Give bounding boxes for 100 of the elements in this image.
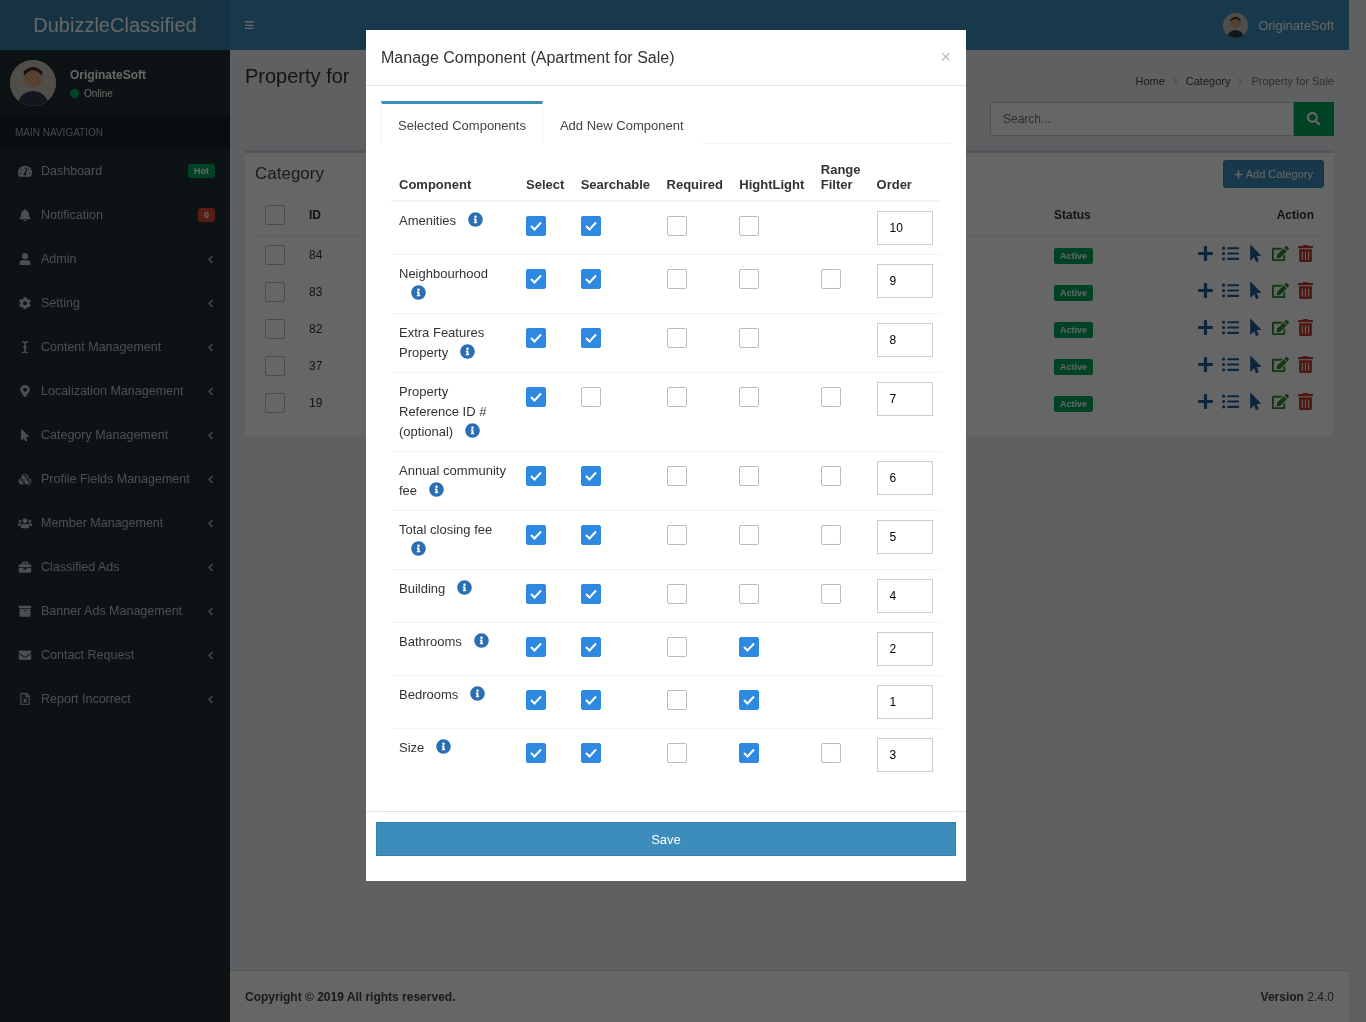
checkbox[interactable] [739, 328, 760, 348]
checkbox[interactable] [265, 393, 285, 413]
search-button[interactable] [1294, 102, 1334, 136]
checkbox[interactable] [580, 216, 601, 236]
info-icon[interactable] [411, 285, 426, 300]
checkbox[interactable] [666, 690, 687, 710]
order-field[interactable]: 8 [876, 323, 933, 357]
checkbox[interactable] [820, 743, 841, 763]
checkbox[interactable] [666, 525, 687, 545]
close-button[interactable]: × [940, 47, 951, 68]
checkbox[interactable] [580, 269, 601, 289]
checkbox[interactable] [526, 743, 546, 763]
info-icon[interactable] [460, 344, 476, 359]
checkbox[interactable] [580, 690, 601, 710]
checkbox[interactable] [739, 525, 760, 545]
checkbox[interactable] [580, 525, 601, 545]
info-icon[interactable] [465, 423, 481, 438]
checkbox[interactable] [820, 269, 841, 289]
checkbox[interactable] [739, 269, 760, 289]
save-button[interactable]: Save [376, 822, 956, 856]
checkbox[interactable] [526, 387, 546, 407]
pointer-icon[interactable] [1247, 393, 1264, 410]
checkbox[interactable] [666, 269, 687, 289]
checkbox[interactable] [739, 466, 760, 486]
checkbox[interactable] [666, 743, 687, 763]
checkbox[interactable] [666, 466, 687, 486]
list-icon[interactable] [1222, 319, 1239, 336]
add-category-button[interactable]: Add Category [1222, 160, 1324, 188]
checkbox[interactable] [265, 282, 285, 302]
checkbox[interactable] [526, 466, 546, 486]
breadcrumb-link[interactable]: Home [1135, 75, 1165, 87]
edit-icon[interactable] [1272, 282, 1289, 299]
list-icon[interactable] [1222, 282, 1239, 299]
brand-logo[interactable]: DubizzleClassified [0, 0, 230, 50]
list-icon[interactable] [1222, 356, 1239, 373]
info-icon[interactable] [429, 482, 445, 497]
checkbox[interactable] [265, 245, 285, 265]
checkbox[interactable] [666, 637, 687, 657]
plus-icon[interactable] [1197, 356, 1214, 373]
info-icon[interactable] [470, 686, 486, 701]
order-field[interactable]: 9 [876, 264, 933, 298]
trash-icon[interactable] [1297, 245, 1314, 262]
order-field[interactable]: 2 [876, 632, 933, 666]
checkbox[interactable] [666, 216, 687, 236]
list-icon[interactable] [1222, 245, 1239, 262]
checkbox[interactable] [666, 387, 687, 407]
user-name[interactable]: OriginateSoft [1258, 17, 1334, 33]
pointer-icon[interactable] [1247, 319, 1264, 336]
pointer-icon[interactable] [1247, 282, 1264, 299]
checkbox[interactable] [666, 328, 687, 348]
checkbox[interactable] [265, 205, 285, 225]
checkbox[interactable] [580, 466, 601, 486]
checkbox[interactable] [739, 743, 760, 763]
order-field[interactable]: 4 [876, 579, 933, 613]
checkbox[interactable] [739, 216, 760, 236]
checkbox[interactable] [820, 466, 841, 486]
checkbox[interactable] [526, 584, 546, 604]
info-icon[interactable] [457, 580, 473, 595]
checkbox[interactable] [739, 690, 760, 710]
checkbox[interactable] [580, 743, 601, 763]
checkbox[interactable] [666, 584, 687, 604]
order-field[interactable]: 6 [876, 461, 933, 495]
order-field[interactable]: 1 [876, 685, 933, 719]
info-icon[interactable] [411, 541, 426, 556]
checkbox[interactable] [580, 328, 601, 348]
breadcrumb-link[interactable]: Category [1185, 75, 1231, 87]
plus-icon[interactable] [1197, 319, 1214, 336]
checkbox[interactable] [526, 525, 546, 545]
checkbox[interactable] [265, 319, 285, 339]
checkbox[interactable] [739, 584, 760, 604]
checkbox[interactable] [739, 637, 760, 657]
order-field[interactable]: 7 [876, 382, 933, 416]
order-field[interactable]: 10 [876, 211, 933, 245]
checkbox[interactable] [526, 216, 546, 236]
pointer-icon[interactable] [1247, 356, 1264, 373]
info-icon[interactable] [468, 212, 484, 227]
checkbox[interactable] [820, 584, 841, 604]
checkbox[interactable] [526, 269, 546, 289]
edit-icon[interactable] [1272, 356, 1289, 373]
plus-icon[interactable] [1197, 393, 1214, 410]
checkbox[interactable] [265, 356, 285, 376]
checkbox[interactable] [526, 328, 546, 348]
checkbox[interactable] [739, 387, 760, 407]
checkbox[interactable] [526, 637, 546, 657]
trash-icon[interactable] [1297, 282, 1314, 299]
trash-icon[interactable] [1297, 393, 1314, 410]
checkbox[interactable] [580, 584, 601, 604]
order-field[interactable]: 3 [876, 738, 933, 772]
pointer-icon[interactable] [1247, 245, 1264, 262]
tab[interactable]: Selected Components [381, 101, 543, 144]
order-field[interactable]: 5 [876, 520, 933, 554]
trash-icon[interactable] [1297, 319, 1314, 336]
checkbox[interactable] [580, 387, 601, 407]
edit-icon[interactable] [1272, 393, 1289, 410]
list-icon[interactable] [1222, 393, 1239, 410]
plus-icon[interactable] [1197, 245, 1214, 262]
checkbox[interactable] [526, 690, 546, 710]
checkbox[interactable] [580, 637, 601, 657]
info-icon[interactable] [473, 633, 489, 648]
edit-icon[interactable] [1272, 319, 1289, 336]
